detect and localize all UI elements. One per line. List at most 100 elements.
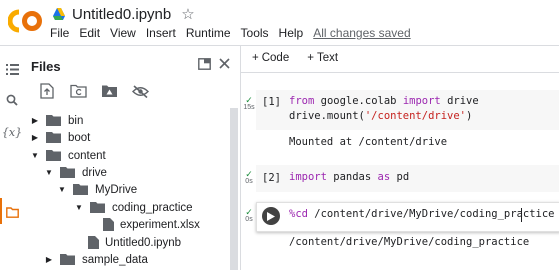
menu-file[interactable]: File xyxy=(50,26,69,40)
menu-view[interactable]: View xyxy=(110,26,136,40)
tree-item-label: MyDrive xyxy=(95,183,138,196)
variables-icon[interactable]: {x} xyxy=(2,124,22,140)
cell-output: Mounted at /content/drive xyxy=(289,136,448,148)
document-title[interactable]: Untitled0.ipynb xyxy=(72,6,171,23)
string-literal: '/content/drive' xyxy=(364,110,467,122)
tree-item-label: coding_practice xyxy=(112,201,193,214)
tree-item[interactable]: ▼ drive xyxy=(44,164,107,181)
check-icon: ✓ xyxy=(245,95,253,105)
execution-count: [2] xyxy=(262,172,281,184)
tree-item[interactable]: ▼ MyDrive xyxy=(57,181,137,198)
tree-item[interactable]: ▶ sample_data xyxy=(44,251,148,268)
tree-item-label: content xyxy=(68,149,106,162)
close-icon[interactable] xyxy=(219,58,230,69)
menu-runtime[interactable]: Runtime xyxy=(186,26,231,40)
tree-item[interactable]: ▶ boot xyxy=(30,129,90,146)
folder-icon xyxy=(90,202,105,213)
menu-edit[interactable]: Edit xyxy=(79,26,100,40)
folder-icon xyxy=(60,254,75,265)
add-text-button[interactable]: + Text xyxy=(307,52,338,64)
tree-item-label: boot xyxy=(68,131,91,144)
magic-command: %cd xyxy=(289,208,308,220)
keyword: from xyxy=(289,95,315,107)
code-text: drive.mount( xyxy=(289,110,365,122)
check-icon: ✓ xyxy=(245,207,253,217)
run-cell-button[interactable] xyxy=(262,207,280,225)
search-icon[interactable] xyxy=(4,92,20,108)
code-text: pd xyxy=(390,171,410,183)
title-row: Untitled0.ipynb ☆ xyxy=(52,4,195,24)
code-text: ) xyxy=(466,110,473,122)
code-text: drive xyxy=(440,95,479,107)
keyword: import xyxy=(289,171,327,183)
text-cursor xyxy=(521,208,522,222)
code-line[interactable]: %cd /content/drive/MyDrive/coding_practi… xyxy=(289,207,555,222)
collapse-arrow-icon[interactable]: ▼ xyxy=(30,151,40,161)
tree-item[interactable]: ▼ coding_practice xyxy=(74,199,193,216)
collapse-arrow-icon[interactable]: ▼ xyxy=(74,203,84,213)
execution-count: [1] xyxy=(262,96,281,108)
visibility-off-icon[interactable] xyxy=(131,82,149,100)
code-line[interactable]: import pandas as pd xyxy=(289,170,409,185)
code-line[interactable]: from google.colab import drive xyxy=(289,94,479,109)
tree-item-label: drive xyxy=(82,166,107,179)
mount-drive-icon[interactable] xyxy=(100,82,118,100)
code-line[interactable]: drive.mount('/content/drive') xyxy=(289,109,472,124)
execution-time: 0s xyxy=(245,178,253,185)
active-indicator xyxy=(0,198,2,224)
keyword: import xyxy=(402,95,441,107)
open-in-tab-icon[interactable] xyxy=(198,58,211,70)
folder-icon xyxy=(46,150,61,161)
colab-logo xyxy=(8,9,42,33)
cell-run-status: ✓ 0s xyxy=(243,170,255,186)
notebook-toolbar: + Code + Text xyxy=(252,52,338,64)
tree-item[interactable]: ▶ bin xyxy=(30,112,83,129)
plus-icon: + xyxy=(307,52,314,64)
sidebar-divider xyxy=(240,45,241,270)
code-text: google.colab xyxy=(314,95,403,107)
folder-icon xyxy=(46,115,61,126)
tree-item-label: bin xyxy=(68,114,84,127)
files-toolbar xyxy=(38,82,149,100)
check-icon: ✓ xyxy=(245,169,253,179)
expand-arrow-icon[interactable]: ▶ xyxy=(30,133,40,143)
upload-icon[interactable] xyxy=(38,82,56,100)
keyword: as xyxy=(377,171,391,183)
cell-output: /content/drive/MyDrive/coding_practice xyxy=(289,236,530,248)
folder-icon xyxy=(46,132,61,143)
header-divider xyxy=(0,45,559,46)
menu-tools[interactable]: Tools xyxy=(241,26,269,40)
add-text-label: Text xyxy=(316,52,339,64)
tree-item-label: experiment.xlsx xyxy=(120,218,200,231)
file-icon xyxy=(88,236,99,249)
refresh-folder-icon[interactable] xyxy=(69,82,87,100)
menu-help[interactable]: Help xyxy=(279,26,304,40)
expand-arrow-icon[interactable]: ▶ xyxy=(44,255,54,265)
save-status[interactable]: All changes saved xyxy=(313,26,410,40)
folder-icon xyxy=(60,167,75,178)
menu-bar: File Edit View Insert Runtime Tools Help… xyxy=(50,26,411,40)
file-tree-scrollbar[interactable] xyxy=(230,108,238,270)
tree-item[interactable]: experiment.xlsx xyxy=(103,216,200,233)
files-icon[interactable] xyxy=(4,204,20,220)
menu-insert[interactable]: Insert xyxy=(146,26,176,40)
tree-item[interactable]: Untitled0.ipynb xyxy=(88,234,181,251)
tree-item-label: sample_data xyxy=(82,253,148,266)
add-code-button[interactable]: + Code xyxy=(252,52,289,64)
tree-item[interactable]: ▼ content xyxy=(30,147,106,164)
toolbar-divider xyxy=(241,72,559,73)
collapse-arrow-icon[interactable]: ▼ xyxy=(44,168,54,178)
collapse-arrow-icon[interactable]: ▼ xyxy=(57,185,67,195)
table-of-contents-icon[interactable] xyxy=(4,61,20,77)
star-icon[interactable]: ☆ xyxy=(181,5,194,23)
execution-time: 15s xyxy=(243,104,255,111)
files-panel-title: Files xyxy=(31,59,61,74)
code-text: pandas xyxy=(326,171,378,183)
code-text: /content/drive/MyDrive/coding_practice xyxy=(307,208,555,220)
expand-arrow-icon[interactable]: ▶ xyxy=(30,116,40,126)
plus-icon: + xyxy=(252,52,259,64)
file-icon xyxy=(103,218,114,231)
folder-icon xyxy=(73,184,88,195)
scrollbar-thumb[interactable] xyxy=(230,108,238,270)
tree-item-label: Untitled0.ipynb xyxy=(105,236,182,249)
